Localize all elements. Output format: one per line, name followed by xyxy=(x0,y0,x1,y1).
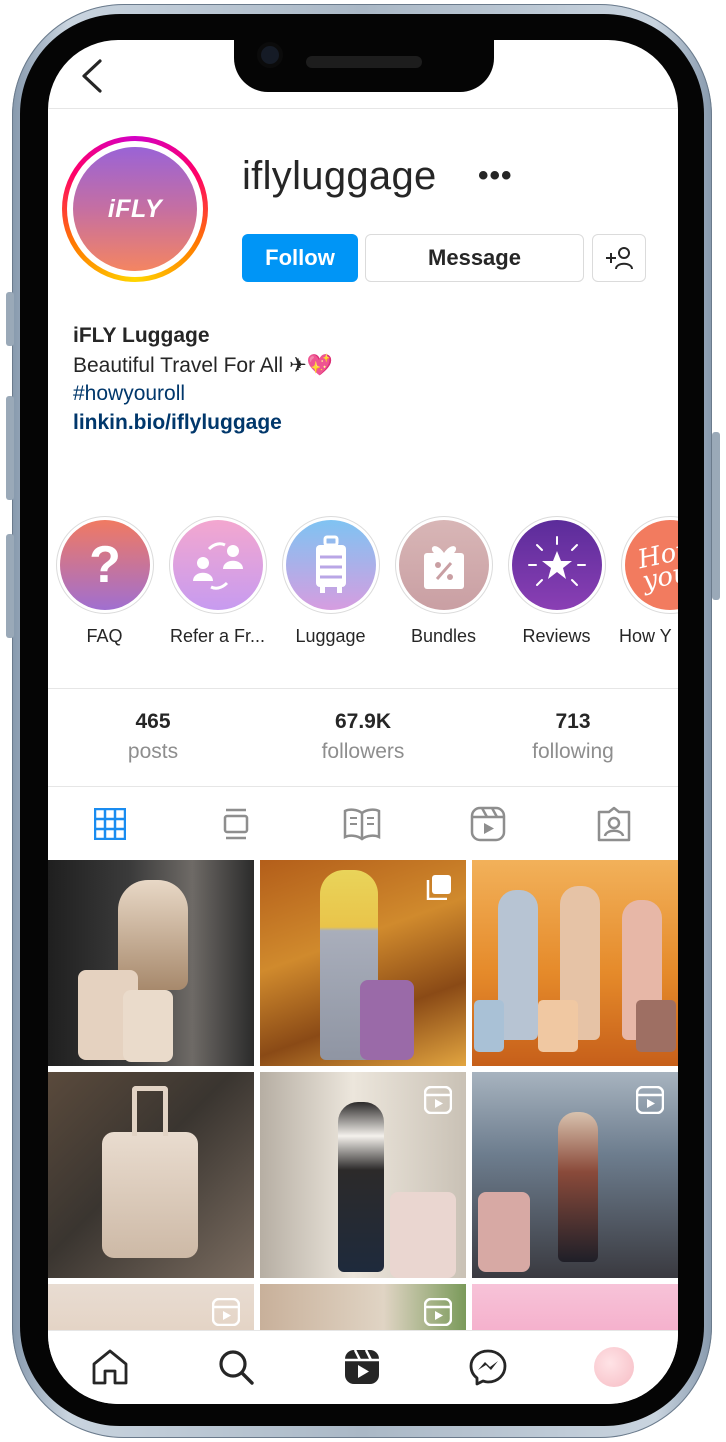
avatar-logo-text: iFLY xyxy=(107,194,163,223)
search-icon xyxy=(219,1350,254,1385)
tab-tagged[interactable] xyxy=(584,804,644,844)
chevron-left-icon xyxy=(82,59,102,93)
reels-icon xyxy=(345,1349,379,1384)
feed-icon xyxy=(223,808,249,840)
post-thumbnail[interactable] xyxy=(260,1284,466,1330)
home-icon xyxy=(92,1349,128,1385)
highlight-refer-a-friend[interactable]: Refer a Fr... xyxy=(161,516,274,656)
posts-count: 465 xyxy=(135,710,171,733)
nav-profile[interactable] xyxy=(592,1345,636,1389)
followers-label: followers xyxy=(321,740,405,763)
star-icon xyxy=(528,536,586,586)
reels-icon xyxy=(470,806,506,842)
tagged-icon xyxy=(597,806,631,842)
bio-name: iFLY Luggage xyxy=(73,324,210,347)
question-icon: ? xyxy=(89,536,121,594)
post-thumbnail[interactable] xyxy=(48,1072,254,1278)
reels-icon xyxy=(424,1298,452,1326)
more-options-button[interactable]: ••• xyxy=(478,158,518,194)
post-thumbnail[interactable] xyxy=(48,1284,254,1330)
bio-text: Beautiful Travel For All ✈💖 xyxy=(73,353,333,378)
suggested-accounts-button[interactable] xyxy=(592,234,646,282)
posts-grid xyxy=(48,860,678,1330)
highlight-label: FAQ xyxy=(86,626,123,646)
refer-icon xyxy=(193,542,243,590)
volume-up-button xyxy=(6,396,14,500)
bio-emoji: ✈💖 xyxy=(289,354,333,377)
followers-stat[interactable]: 67.9K followers xyxy=(258,710,468,764)
profile-avatar: iFLY xyxy=(73,147,197,271)
profile-avatar xyxy=(594,1347,634,1387)
carousel-icon xyxy=(426,875,451,900)
highlight-label: Refer a Fr... xyxy=(169,626,266,646)
post-thumbnail[interactable] xyxy=(472,1284,678,1330)
highlight-how-you-roll[interactable]: How you How Y xyxy=(613,516,678,656)
reels-icon xyxy=(212,1298,240,1326)
highlight-bundles[interactable]: Bundles xyxy=(387,516,500,656)
bio-website-link[interactable]: linkin.bio/iflyluggage xyxy=(73,411,282,435)
following-label: following xyxy=(532,740,614,763)
guide-icon xyxy=(343,808,381,841)
message-button[interactable]: Message xyxy=(365,234,584,282)
grid-icon xyxy=(94,808,126,840)
post-thumbnail[interactable] xyxy=(472,860,678,1066)
power-button xyxy=(712,432,720,600)
add-user-icon xyxy=(606,247,633,270)
reels-icon xyxy=(636,1086,664,1114)
nav-home[interactable] xyxy=(88,1345,132,1389)
gift-icon xyxy=(424,546,464,589)
story-highlights: ? FAQ Refer a Fr... Luggage Bundles Revi… xyxy=(48,516,678,666)
back-button[interactable] xyxy=(78,58,108,94)
stats-bottom-divider xyxy=(48,786,678,787)
profile-avatar-story-ring[interactable]: iFLY xyxy=(62,136,208,282)
highlight-luggage[interactable]: Luggage xyxy=(274,516,387,656)
posts-label: posts xyxy=(127,740,179,763)
tab-feed[interactable] xyxy=(206,804,266,844)
more-icon: ••• xyxy=(478,159,513,192)
following-stat[interactable]: 713 following xyxy=(468,710,678,764)
post-thumbnail[interactable] xyxy=(48,860,254,1066)
followers-count: 67.9K xyxy=(334,710,392,733)
reels-icon xyxy=(424,1086,452,1114)
highlight-label: Luggage xyxy=(295,626,366,646)
highlight-label: How Y xyxy=(619,626,672,646)
highlight-faq[interactable]: ? FAQ xyxy=(48,516,161,656)
follow-button[interactable]: Follow xyxy=(242,234,358,282)
stats-top-divider xyxy=(48,688,678,689)
bio-hashtag-link[interactable]: #howyouroll xyxy=(73,382,185,406)
following-count: 713 xyxy=(555,710,591,733)
post-thumbnail[interactable] xyxy=(260,1072,466,1278)
messenger-icon xyxy=(469,1349,507,1386)
highlight-label: Bundles xyxy=(410,626,477,646)
screen: iFLY iflyluggage ••• Follow Message iFLY… xyxy=(48,40,678,1404)
bottom-nav xyxy=(48,1330,678,1404)
suitcase-icon xyxy=(316,535,346,593)
highlight-label: Reviews xyxy=(522,626,591,646)
highlight-reviews[interactable]: Reviews xyxy=(500,516,613,656)
post-thumbnail[interactable] xyxy=(260,860,466,1066)
nav-search[interactable] xyxy=(214,1345,258,1389)
speaker xyxy=(306,56,422,68)
script-text-icon: How you xyxy=(634,533,678,597)
silent-switch xyxy=(6,292,14,346)
camera xyxy=(257,42,283,68)
posts-stat[interactable]: 465 posts xyxy=(48,710,258,764)
profile-username: iflyluggage xyxy=(242,154,437,198)
nav-messenger[interactable] xyxy=(466,1345,510,1389)
bio-line-text: Beautiful Travel For All xyxy=(73,353,284,377)
header-divider xyxy=(48,108,678,109)
nav-reels[interactable] xyxy=(340,1345,384,1389)
volume-down-button xyxy=(6,534,14,638)
post-thumbnail[interactable] xyxy=(472,1072,678,1278)
tab-reels[interactable] xyxy=(458,804,518,844)
tab-guides[interactable] xyxy=(332,804,392,844)
tab-grid[interactable] xyxy=(80,804,140,844)
